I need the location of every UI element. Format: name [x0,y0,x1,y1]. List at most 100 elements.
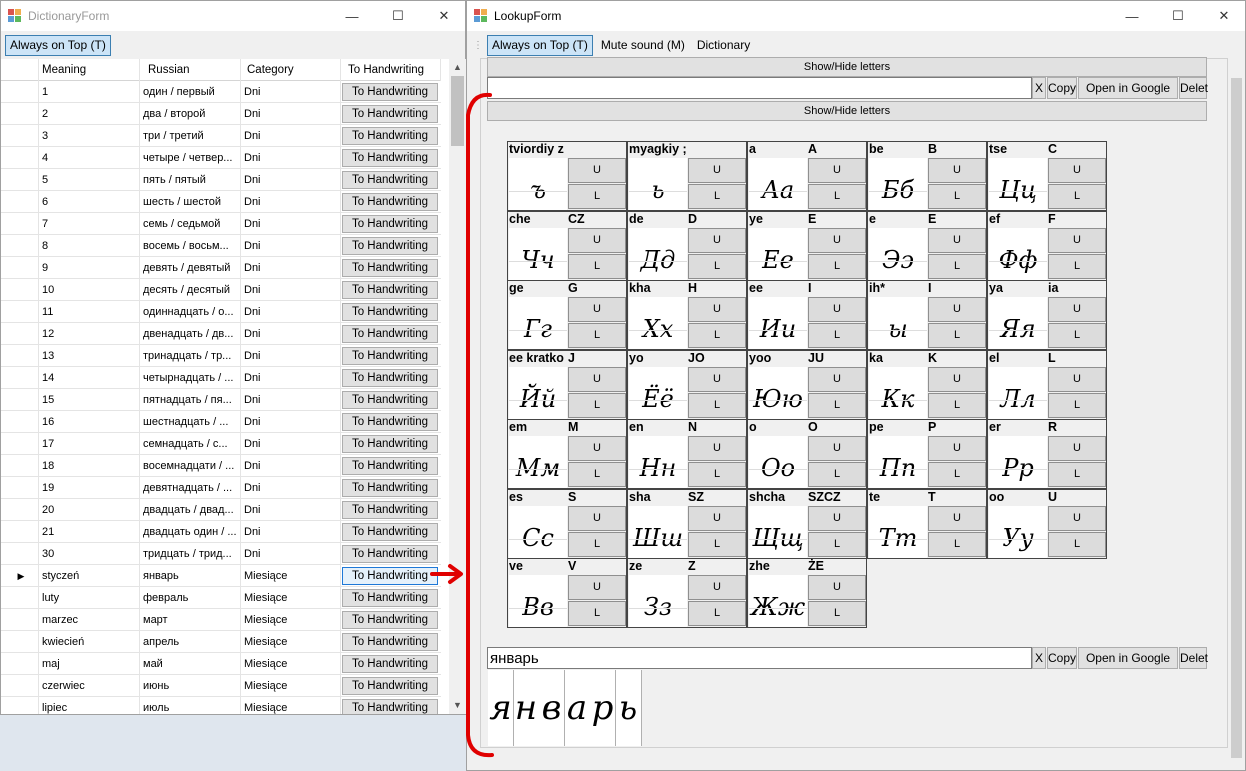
always-on-top-button[interactable]: Always on Top (T) [487,34,593,56]
handwriting-glyph[interactable]: ы [869,297,927,349]
handwriting-glyph[interactable]: Зз [629,575,687,627]
meaning-cell[interactable]: 30 [39,543,140,565]
russian-cell[interactable]: шестнадцать / ... [140,411,241,433]
russian-cell[interactable]: июнь [140,675,241,697]
uppercase-button[interactable]: U [1048,366,1106,392]
uppercase-button[interactable]: U [808,366,866,392]
uppercase-button[interactable]: U [688,505,746,531]
meaning-cell[interactable]: 2 [39,103,140,125]
row-header[interactable] [1,697,39,714]
category-cell[interactable]: Miesiące [241,565,341,587]
delete-button[interactable]: Delet [1179,77,1208,99]
table-row[interactable]: 5 пять / пятый Dni To Handwriting [1,169,441,191]
category-cell[interactable]: Dni [241,411,341,433]
category-cell[interactable]: Dni [241,499,341,521]
lowercase-button[interactable]: L [688,462,746,487]
uppercase-button[interactable]: U [808,505,866,531]
lowercase-button[interactable]: L [808,601,866,626]
lookup-input-2[interactable] [487,647,1032,669]
uppercase-button[interactable]: U [568,575,626,600]
handwriting-glyph[interactable]: ь [629,158,687,210]
meaning-cell[interactable]: 8 [39,235,140,257]
to-handwriting-button[interactable]: To Handwriting [342,369,438,387]
meaning-cell[interactable]: 1 [39,81,140,103]
category-cell[interactable]: Dni [241,477,341,499]
lowercase-button[interactable]: L [928,184,986,209]
table-row[interactable]: luty февраль Miesiące To Handwriting [1,587,441,609]
dictionary-grid[interactable]: Meaning Russian Category To Handwriting … [1,59,466,714]
to-handwriting-button[interactable]: To Handwriting [342,523,438,541]
to-handwriting-button[interactable]: To Handwriting [342,457,438,475]
russian-cell[interactable]: тринадцать / тр... [140,345,241,367]
handwriting-glyph[interactable]: Пп [869,436,927,488]
uppercase-button[interactable]: U [928,436,986,461]
russian-cell[interactable]: пятнадцать / пя... [140,389,241,411]
table-row[interactable]: czerwiec июнь Miesiące To Handwriting [1,675,441,697]
handwriting-glyph[interactable]: Нн [629,436,687,488]
to-handwriting-button[interactable]: To Handwriting [342,655,438,673]
uppercase-button[interactable]: U [568,505,626,531]
lowercase-button[interactable]: L [688,253,746,279]
lowercase-button[interactable]: L [808,323,866,348]
dictionary-button[interactable]: Dictionary [693,35,754,56]
meaning-cell[interactable]: 3 [39,125,140,147]
category-cell[interactable]: Dni [241,301,341,323]
category-cell[interactable]: Dni [241,235,341,257]
lowercase-button[interactable]: L [568,531,626,557]
uppercase-button[interactable]: U [688,158,746,183]
category-cell[interactable]: Dni [241,213,341,235]
to-handwriting-button[interactable]: To Handwriting [342,237,438,255]
russian-cell[interactable]: один / первый [140,81,241,103]
handwriting-glyph[interactable]: Вв [509,575,567,627]
table-row[interactable]: 6 шесть / шестой Dni To Handwriting [1,191,441,213]
handwriting-glyph[interactable]: Сс [509,505,567,558]
table-row[interactable]: lipiec июль Miesiące To Handwriting [1,697,441,714]
uppercase-button[interactable]: U [1048,158,1106,183]
uppercase-button[interactable]: U [928,158,986,183]
uppercase-button[interactable]: U [808,227,866,253]
column-header-meaning[interactable]: Meaning [39,59,140,81]
meaning-cell[interactable]: styczeń [39,565,140,587]
row-header[interactable] [1,301,39,323]
table-row[interactable]: 7 семь / седьмой Dni To Handwriting [1,213,441,235]
handwriting-glyph[interactable]: Щщ [749,505,807,558]
maximize-icon[interactable]: ☐ [1155,1,1201,31]
handwriting-glyph[interactable]: Юю [749,366,807,419]
category-cell[interactable]: Dni [241,367,341,389]
table-row[interactable]: 9 девять / девятый Dni To Handwriting [1,257,441,279]
row-header[interactable] [1,103,39,125]
lowercase-button[interactable]: L [1048,184,1106,209]
lowercase-button[interactable]: L [568,392,626,418]
scroll-up-icon[interactable]: ▲ [449,59,466,76]
meaning-cell[interactable]: 11 [39,301,140,323]
lowercase-button[interactable]: L [688,323,746,348]
copy-button[interactable]: Copy [1047,77,1077,99]
uppercase-button[interactable]: U [568,366,626,392]
delete-button[interactable]: Delet [1179,647,1208,669]
to-handwriting-button[interactable]: To Handwriting [342,171,438,189]
handwriting-glyph[interactable]: Жж [749,575,807,627]
lowercase-button[interactable]: L [1048,323,1106,348]
lowercase-button[interactable]: L [568,462,626,487]
handwriting-glyph[interactable]: Ее [749,227,807,280]
russian-cell[interactable]: апрель [140,631,241,653]
table-row[interactable]: maj май Miesiące To Handwriting [1,653,441,675]
open-google-button[interactable]: Open in Google [1078,77,1178,99]
uppercase-button[interactable]: U [928,227,986,253]
lowercase-button[interactable]: L [568,601,626,626]
handwriting-glyph[interactable]: Аа [749,158,807,210]
handwriting-glyph[interactable]: Кк [869,366,927,419]
lowercase-button[interactable]: L [928,462,986,487]
meaning-cell[interactable]: 20 [39,499,140,521]
meaning-cell[interactable]: marzec [39,609,140,631]
to-handwriting-button[interactable]: To Handwriting [342,149,438,167]
lookup-input-1[interactable] [487,77,1032,99]
meaning-cell[interactable]: 5 [39,169,140,191]
uppercase-button[interactable]: U [568,227,626,253]
row-header[interactable] [1,367,39,389]
uppercase-button[interactable]: U [688,366,746,392]
russian-cell[interactable]: три / третий [140,125,241,147]
table-row[interactable]: 14 четырнадцать / ... Dni To Handwriting [1,367,441,389]
row-header[interactable] [1,521,39,543]
row-header[interactable] [1,587,39,609]
